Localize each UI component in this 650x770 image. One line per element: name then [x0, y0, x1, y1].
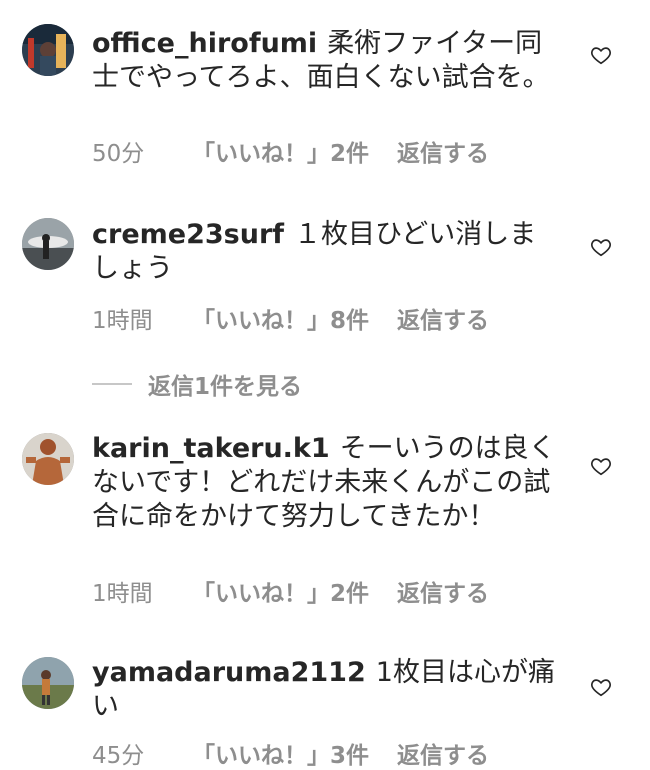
heart-icon: [591, 47, 611, 65]
avatar-image: [22, 218, 74, 270]
comment-time: 1時間: [92, 581, 153, 607]
like-button[interactable]: [590, 455, 612, 477]
comment-text: yamadaruma2112 1枚目は心が痛い: [92, 656, 562, 724]
avatar[interactable]: [22, 433, 74, 485]
view-replies-label: 返信1件を見る: [148, 374, 303, 400]
reply-button[interactable]: 返信する: [397, 736, 489, 770]
avatar-image: [22, 24, 74, 76]
comment-time: 50分: [92, 141, 145, 167]
comment-text: creme23surf １枚目ひどい消しましょう: [92, 218, 562, 286]
avatar[interactable]: [22, 657, 74, 709]
comment-likes[interactable]: 「いいね！」3件: [192, 736, 369, 770]
heart-icon: [591, 239, 611, 257]
comment-meta: 1時間 「いいね！」2件 返信する: [92, 574, 489, 608]
like-button[interactable]: [590, 44, 612, 66]
heart-icon: [591, 679, 611, 697]
comment-meta: 50分 「いいね！」2件 返信する: [92, 134, 489, 168]
reply-button[interactable]: 返信する: [397, 574, 489, 608]
comment-likes[interactable]: 「いいね！」2件: [192, 574, 369, 608]
comment-username[interactable]: office_hirofumi: [92, 28, 317, 59]
comment-time: 45分: [92, 743, 145, 769]
reply-button[interactable]: 返信する: [397, 301, 489, 335]
comment-meta: 1時間 「いいね！」8件 返信する: [92, 301, 489, 335]
comment-time: 1時間: [92, 308, 153, 334]
comment-username[interactable]: karin_takeru.k1: [92, 433, 330, 464]
avatar[interactable]: [22, 218, 74, 270]
comment-text: karin_takeru.k1 そーいうのは良くないです！どれだけ未来くんがこの試…: [92, 432, 562, 534]
comment-likes[interactable]: 「いいね！」2件: [192, 134, 369, 168]
replies-divider: [92, 383, 132, 385]
comment-text: office_hirofumi 柔術ファイター同士でやってろよ、面白くない試合を。: [92, 27, 562, 95]
comment-likes[interactable]: 「いいね！」8件: [192, 301, 369, 335]
heart-icon: [591, 458, 611, 476]
like-button[interactable]: [590, 236, 612, 258]
avatar-image: [22, 657, 74, 709]
comment-username[interactable]: creme23surf: [92, 219, 284, 250]
avatar[interactable]: [22, 24, 74, 76]
reply-button[interactable]: 返信する: [397, 134, 489, 168]
comment-username[interactable]: yamadaruma2112: [92, 657, 366, 688]
comment-meta: 45分 「いいね！」3件 返信する: [92, 736, 489, 770]
like-button[interactable]: [590, 676, 612, 698]
view-replies-button[interactable]: 返信1件を見る: [92, 367, 302, 401]
avatar-image: [22, 433, 74, 485]
